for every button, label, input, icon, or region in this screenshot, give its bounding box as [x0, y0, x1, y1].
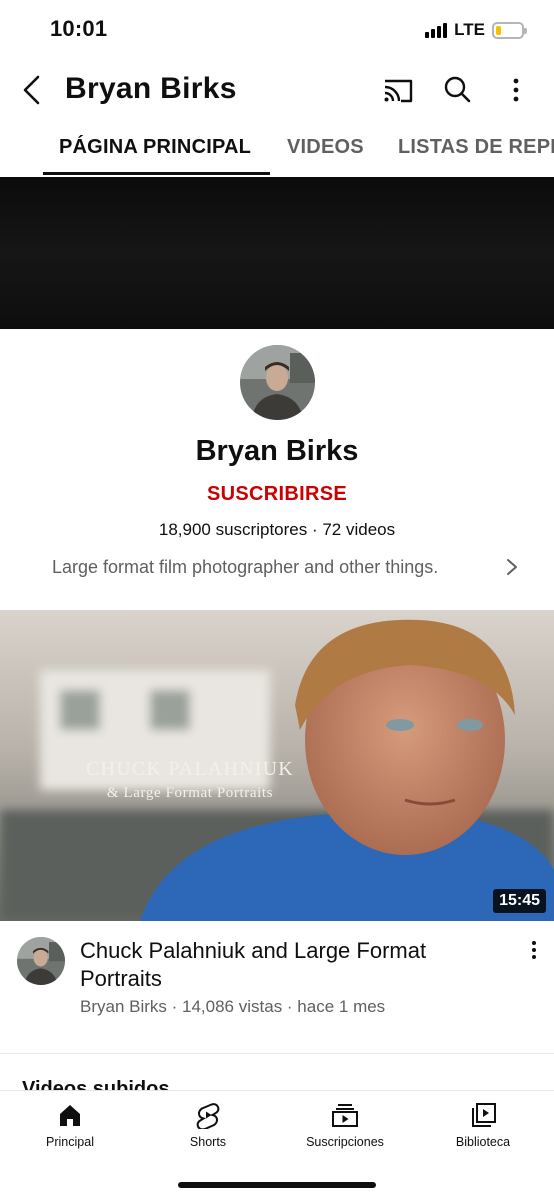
video-duration-badge: 15:45: [493, 889, 546, 913]
nav-library-label: Biblioteca: [455, 1135, 511, 1149]
video-meta: Bryan Birks · 14,086 vistas · hace 1 mes: [80, 997, 386, 1016]
subscribe-button[interactable]: SUSCRIBIRSE: [0, 483, 554, 506]
library-icon: [472, 1103, 496, 1127]
battery-icon: [492, 21, 527, 39]
status-indicators: LTE: [425, 20, 527, 40]
subscriptions-icon: [332, 1104, 358, 1127]
tab-playlists[interactable]: LISTAS DE REPR: [398, 118, 554, 176]
section-divider: [0, 1053, 554, 1054]
nav-subscriptions[interactable]: Suscripciones: [285, 1101, 405, 1149]
signal-icon: [425, 22, 448, 38]
tab-home[interactable]: PÁGINA PRINCIPAL: [59, 118, 251, 176]
search-icon[interactable]: [440, 72, 476, 108]
home-indicator: [178, 1182, 376, 1188]
thumbnail-title-line2: & Large Format Portraits: [106, 785, 274, 801]
video-channel-avatar[interactable]: [17, 937, 65, 985]
app-header: Bryan Birks: [0, 62, 554, 118]
nav-home-label: Principal: [46, 1135, 94, 1149]
nav-library[interactable]: Biblioteca: [423, 1101, 543, 1149]
tab-videos[interactable]: VIDEOS: [287, 118, 364, 176]
next-section-title: Videos subidos: [22, 1078, 170, 1090]
chevron-left-icon[interactable]: [18, 72, 48, 108]
status-bar: 10:01 LTE: [0, 0, 554, 60]
channel-stats: 18,900 suscriptores · 72 videos: [158, 520, 396, 539]
nav-shorts[interactable]: Shorts: [148, 1101, 268, 1149]
screen: 10:01 LTE Bryan Birks PÁGINA PRINCIPAL V…: [0, 0, 554, 1200]
shorts-icon: [196, 1103, 220, 1129]
thumbnail-title-overlay: CHUCK PALAHNIUK & Large Format Portraits: [0, 758, 550, 802]
battery-fill: [496, 25, 501, 35]
channel-description: Large format film photographer and other…: [52, 557, 439, 577]
header-title: Bryan Birks: [65, 72, 237, 105]
nav-shorts-label: Shorts: [189, 1135, 227, 1149]
video-title[interactable]: Chuck Palahniuk and Large Format Portrai…: [80, 937, 500, 993]
nav-subscriptions-label: Suscripciones: [306, 1135, 384, 1149]
video-more-icon[interactable]: [524, 938, 544, 962]
channel-avatar[interactable]: [240, 345, 315, 420]
channel-description-row[interactable]: Large format film photographer and other…: [52, 553, 522, 581]
chevron-right-icon: [507, 559, 517, 575]
cast-icon[interactable]: [380, 72, 416, 108]
home-icon: [60, 1105, 80, 1126]
status-time: 10:01: [50, 16, 108, 41]
channel-name: Bryan Birks: [195, 435, 359, 467]
network-label: LTE: [454, 20, 485, 39]
nav-home[interactable]: Principal: [10, 1101, 130, 1149]
channel-tabs: PÁGINA PRINCIPAL VIDEOS LISTAS DE REPR: [0, 118, 554, 176]
video-thumbnail[interactable]: CHUCK PALAHNIUK & Large Format Portraits…: [0, 610, 554, 921]
more-vertical-icon[interactable]: [498, 72, 534, 108]
active-tab-indicator: [43, 172, 270, 175]
channel-banner: [0, 177, 554, 329]
thumbnail-title-line1: CHUCK PALAHNIUK: [86, 758, 294, 780]
